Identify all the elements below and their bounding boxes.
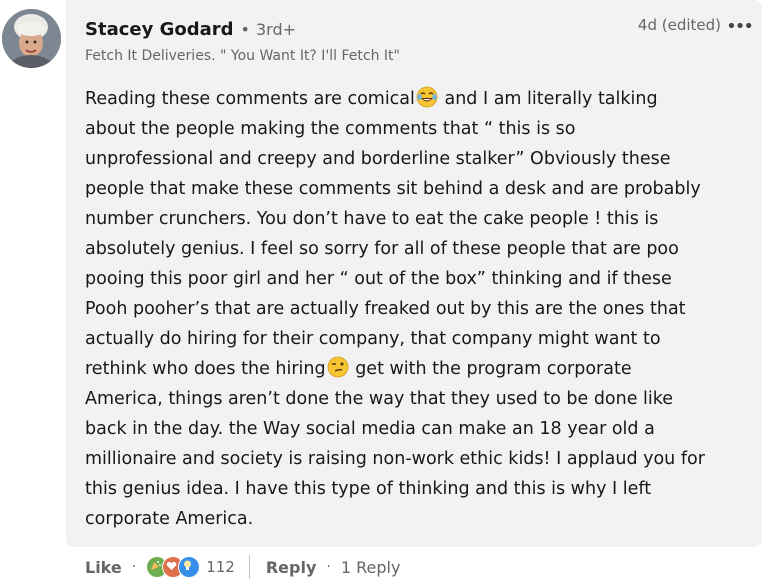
like-button[interactable]: Like [85,558,122,577]
comment-line: Pooh pooher’s that are actually freaked … [85,299,686,319]
comment-actions: Like · 112 Reply · 1 Reply [85,553,400,581]
reply-count-link[interactable]: 1 Reply [341,558,401,577]
smirk-emoji [327,356,349,378]
comment-line: America, things aren’t done the way that… [85,389,674,409]
comment-line: Reading these comments are comical and I… [85,84,750,114]
reaction-count: 112 [206,558,235,576]
reply-button[interactable]: Reply [266,558,317,577]
comment-line: rethink who does the hiring get with the… [85,354,750,384]
more-options-icon[interactable]: ••• [726,16,754,37]
comment-line: number crunchers. You don’t have to eat … [85,209,659,229]
comment-body: Reading these comments are comical and I… [85,84,750,534]
comment-author-row: Stacey Godard • 3rd+ [85,19,296,43]
comment-line: about the people making the comments tha… [85,119,576,139]
comment-line: absolutely genius. I feel so sorry for a… [85,239,679,259]
comment-line: back in the day. the Way social media ca… [85,419,655,439]
comment-line: pooing this poor girl and her “ out of t… [85,269,672,289]
comment-line: unprofessional and creepy and borderline… [85,149,671,169]
separator-dot: • [240,20,250,39]
author-headline: Fetch It Deliveries. " You Want It? I'll… [85,48,400,64]
laughing-tears-emoji [416,86,438,108]
comment-line: millionaire and society is raising non-w… [85,449,705,469]
action-divider [248,555,250,579]
comment-line: actually do hiring for their company, th… [85,329,661,349]
comment-line: corporate America. [85,509,254,529]
author-name[interactable]: Stacey Godard [85,19,234,40]
avatar[interactable] [2,9,61,68]
connection-degree: 3rd+ [255,20,297,39]
reactions-summary[interactable]: 112 [146,556,235,578]
profile-photo [2,9,61,68]
separator-dot: · [326,559,331,575]
comment-timestamp: 4d (edited) [637,16,721,34]
comment-line: people that make these comments sit behi… [85,179,701,199]
separator-dot: · [131,559,137,575]
insightful-icon [178,556,201,578]
comment-line: this genius idea. I have this type of th… [85,479,652,499]
